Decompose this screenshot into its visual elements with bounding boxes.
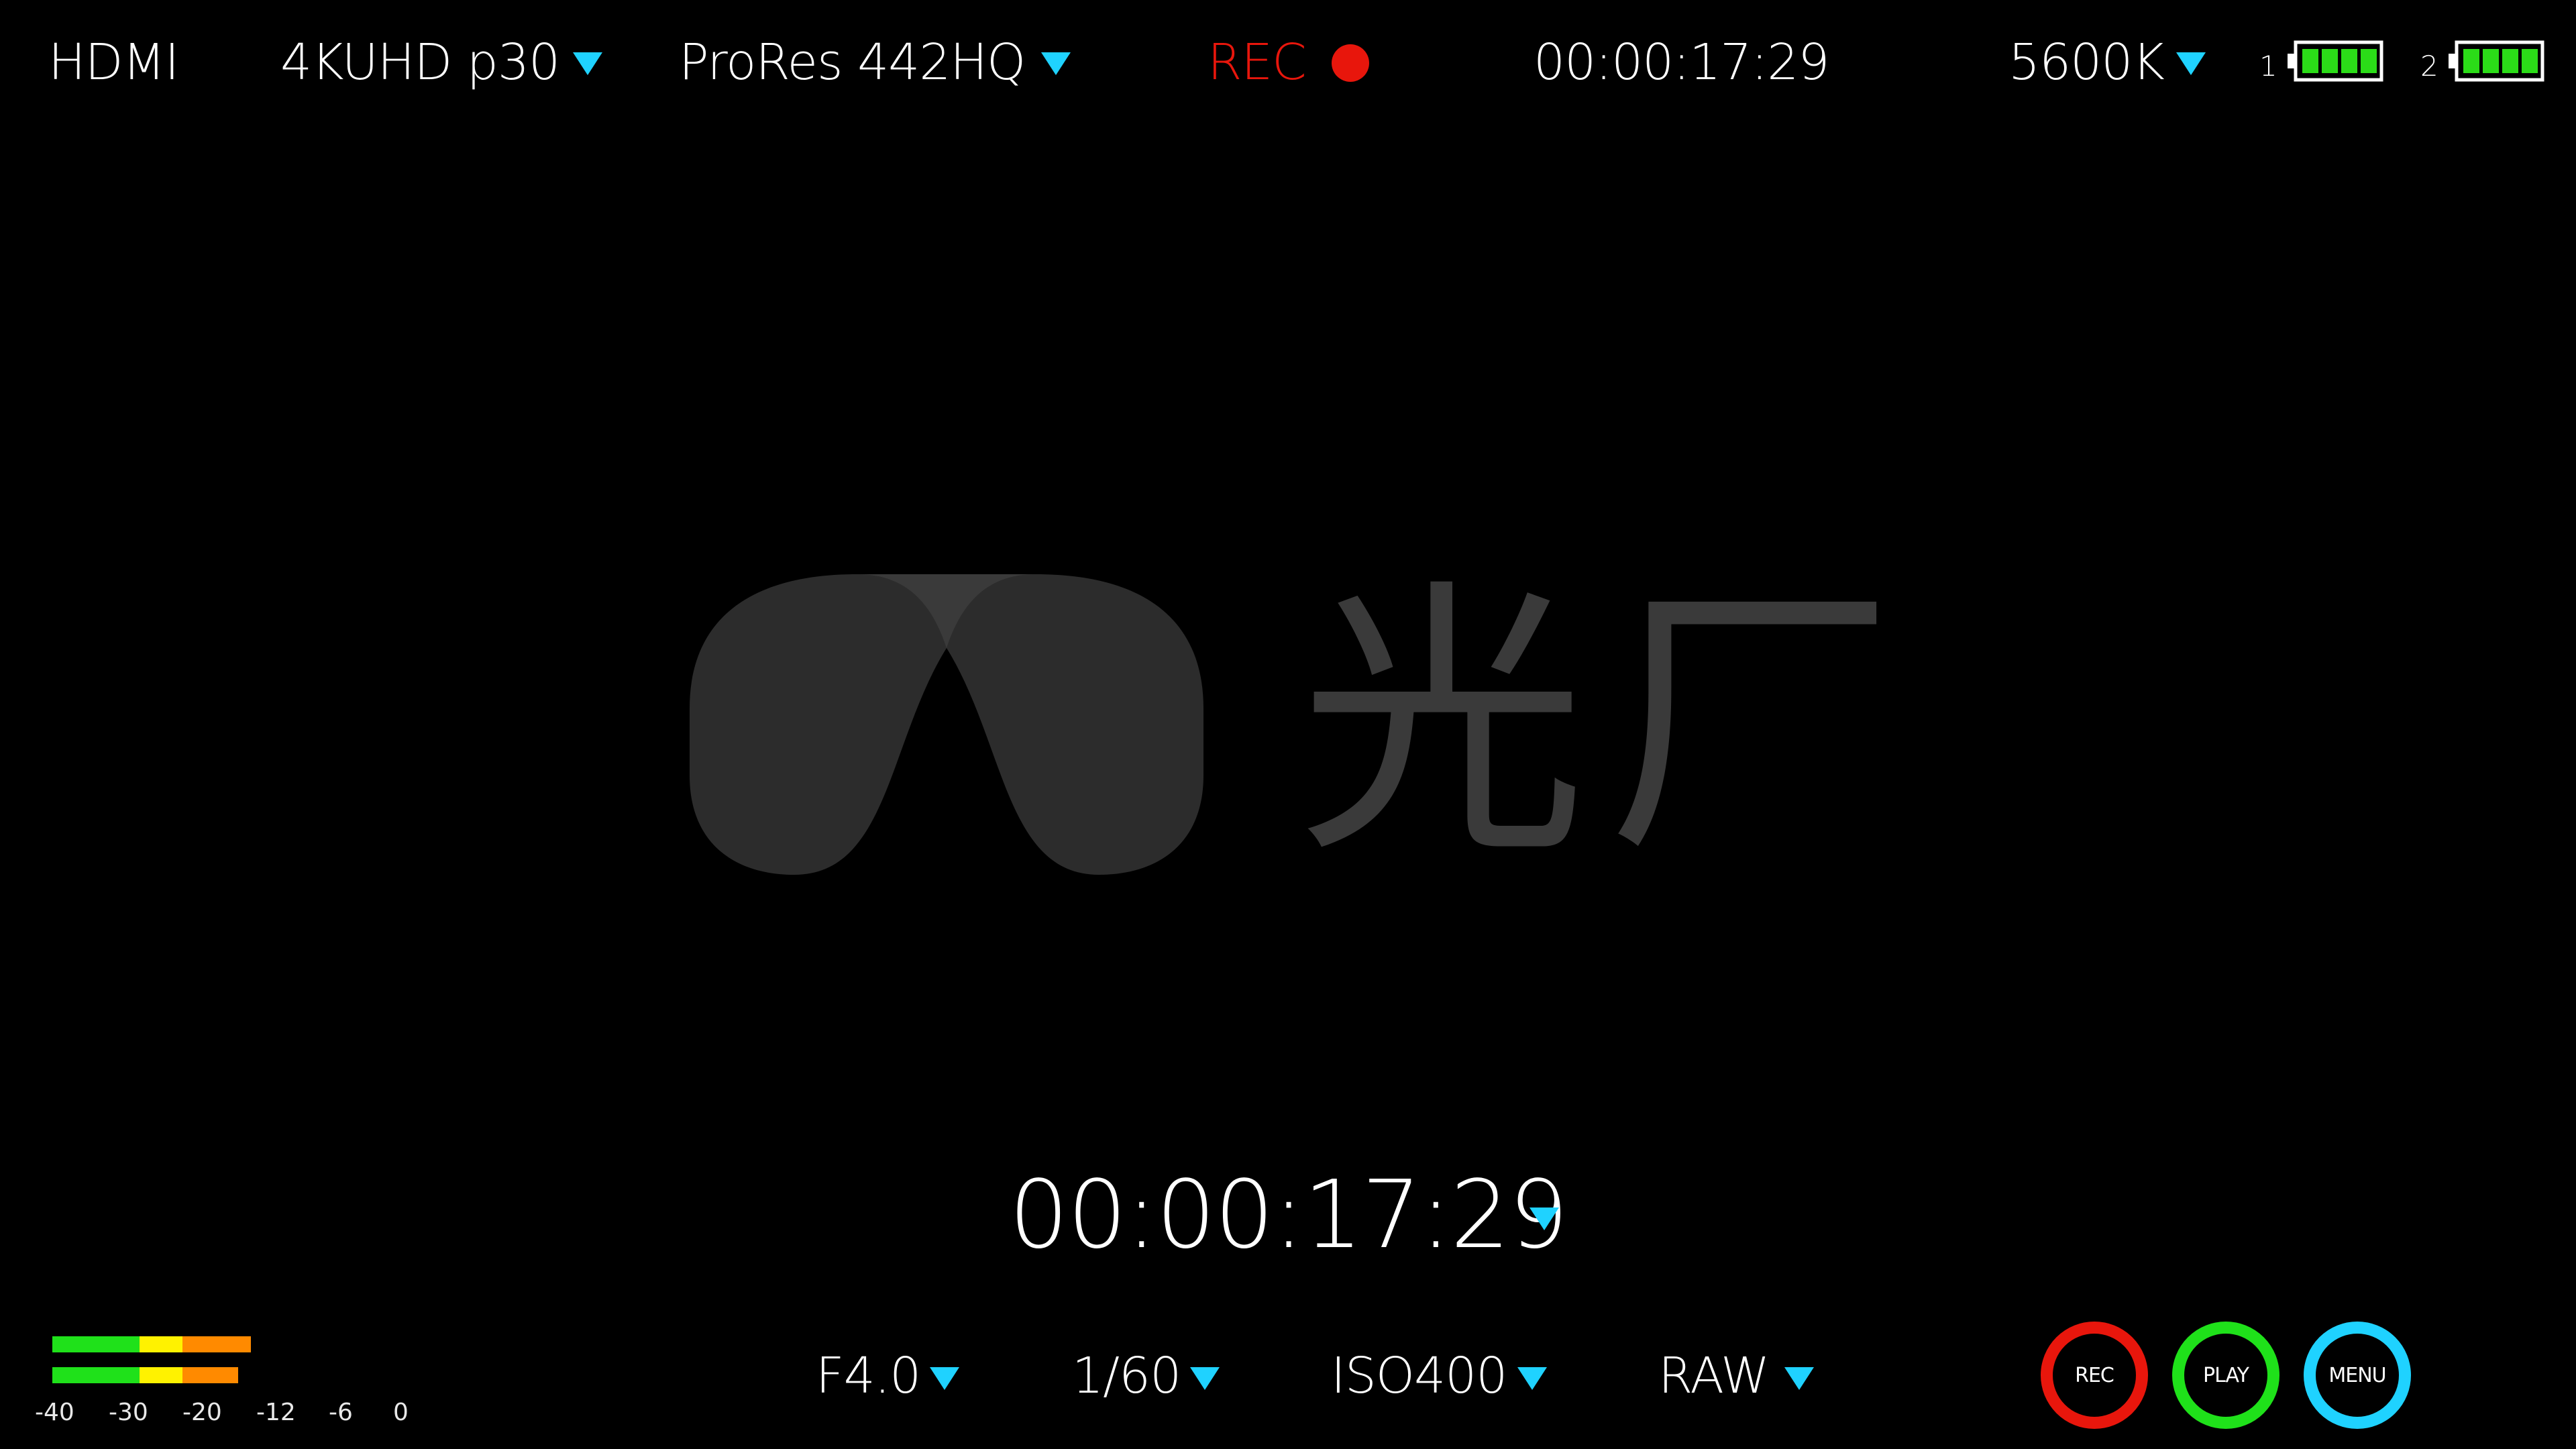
play-button[interactable]: PLAY bbox=[2172, 1322, 2279, 1429]
white-balance-selector[interactable]: 5600K bbox=[2008, 38, 2165, 87]
resolution-dropdown-icon[interactable] bbox=[573, 52, 602, 75]
battery-cell bbox=[2302, 49, 2318, 73]
shutter-selector[interactable]: 1/60 bbox=[1072, 1351, 1181, 1401]
battery-cell bbox=[2463, 49, 2479, 73]
meter-scale-tick: 0 bbox=[393, 1399, 409, 1426]
aperture-dropdown-icon[interactable] bbox=[930, 1367, 959, 1390]
battery-cell bbox=[2522, 49, 2538, 73]
battery-cell bbox=[2483, 49, 2499, 73]
meter-segment bbox=[52, 1336, 140, 1352]
iso-selector[interactable]: ISO400 bbox=[1331, 1351, 1507, 1401]
meter-segment bbox=[52, 1367, 140, 1383]
battery-cell bbox=[2341, 49, 2357, 73]
battery-cell bbox=[2502, 49, 2518, 73]
meter-scale-tick: -40 bbox=[35, 1399, 74, 1426]
shutter-dropdown-icon[interactable] bbox=[1190, 1367, 1220, 1390]
white-balance-dropdown-icon[interactable] bbox=[2176, 52, 2206, 75]
main-timecode: 00:00:17:29 bbox=[1009, 1161, 1568, 1270]
codec-dropdown-icon[interactable] bbox=[1041, 52, 1071, 75]
top-timecode: 00:00:17:29 bbox=[1534, 34, 1829, 91]
battery-cell bbox=[2322, 49, 2338, 73]
meter-scale-tick: -12 bbox=[256, 1399, 296, 1426]
aperture-selector[interactable]: F4.0 bbox=[816, 1351, 921, 1401]
battery-2-label: 2 bbox=[2420, 50, 2438, 83]
meter-segment bbox=[182, 1367, 239, 1383]
meter-segment bbox=[182, 1336, 252, 1352]
format-dropdown-icon[interactable] bbox=[1784, 1367, 1814, 1390]
timecode-dropdown-icon[interactable] bbox=[1529, 1208, 1559, 1230]
output-label: HDMI bbox=[48, 34, 179, 91]
battery-cell bbox=[2361, 49, 2377, 73]
battery-2-icon bbox=[2449, 40, 2544, 82]
codec-selector[interactable]: ProRes 442HQ bbox=[679, 38, 1026, 87]
meter-scale-tick: -20 bbox=[182, 1399, 222, 1426]
watermark-logo-icon bbox=[690, 574, 1203, 875]
battery-1-icon bbox=[2288, 40, 2383, 82]
meter-scale-tick: -30 bbox=[109, 1399, 148, 1426]
format-selector[interactable]: RAW bbox=[1658, 1351, 1770, 1401]
meter-segment bbox=[139, 1367, 183, 1383]
battery-1-label: 1 bbox=[2259, 50, 2277, 83]
rec-status-label: REC bbox=[1208, 34, 1307, 91]
iso-dropdown-icon[interactable] bbox=[1517, 1367, 1547, 1390]
menu-button[interactable]: MENU bbox=[2304, 1322, 2411, 1429]
watermark-text: 光厂 bbox=[1298, 557, 1915, 892]
meter-scale-tick: -6 bbox=[329, 1399, 353, 1426]
resolution-selector[interactable]: 4KUHD p30 bbox=[280, 38, 560, 87]
meter-segment bbox=[139, 1336, 183, 1352]
rec-dot-icon bbox=[1332, 44, 1369, 82]
rec-button[interactable]: REC bbox=[2041, 1322, 2148, 1429]
